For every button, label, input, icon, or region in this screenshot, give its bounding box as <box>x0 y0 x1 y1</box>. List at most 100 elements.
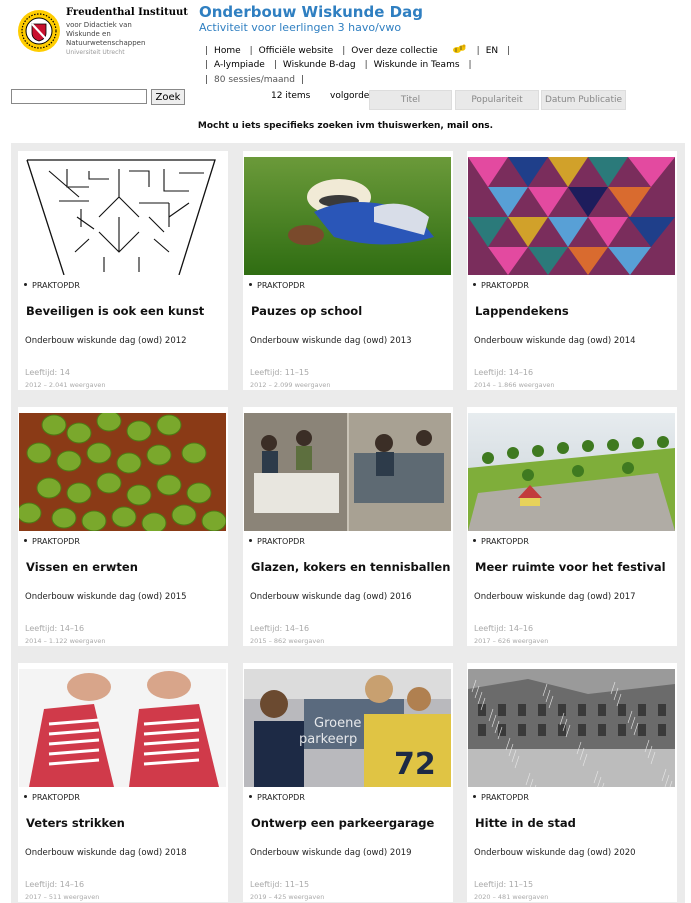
activity-card[interactable]: 72 Groene parkeerp PRAKTOPDR Ontwerp een… <box>243 663 453 902</box>
notice-end: . <box>489 121 494 131</box>
card-series: Onderbouw wiskunde dag (owd) 2012 <box>25 336 187 346</box>
mail-us-link[interactable]: mail ons <box>447 121 490 131</box>
card-type-label: PRAKTOPDR <box>481 793 529 802</box>
search-button[interactable]: Zoek <box>151 89 185 105</box>
bee-icon <box>452 44 466 53</box>
nav-wiskunde-in-teams[interactable]: Wiskunde in Teams <box>374 60 460 70</box>
nav-a-lympiade[interactable]: A-lympiade <box>214 60 265 70</box>
card-age: Leeftijd: 11–15 <box>250 880 310 889</box>
notice-text: Mocht u iets specifieks zoeken ivm thuis… <box>0 121 691 131</box>
card-image[interactable] <box>244 413 451 531</box>
institute-subtitle: voor Didactiek van Wiskunde en Natuurwet… <box>66 21 196 48</box>
card-series: Onderbouw wiskunde dag (owd) 2017 <box>474 592 636 602</box>
activity-card[interactable]: PRAKTOPDR Glazen, kokers en tennisballen… <box>243 407 453 646</box>
card-age: Leeftijd: 14–16 <box>250 624 310 633</box>
nav-home[interactable]: Home <box>214 46 241 56</box>
card-type-label: PRAKTOPDR <box>32 537 80 546</box>
nav-row: | Home | Officiële website | Over deze collec… <box>205 43 516 58</box>
items-count: 12 items <box>271 91 311 101</box>
card-series: Onderbouw wiskunde dag (owd) 2013 <box>250 336 412 346</box>
nav-row: | A-lympiade | Wiskunde B-dag | Wiskunde in T… <box>205 60 472 70</box>
card-type-tag: PRAKTOPDR <box>249 537 305 546</box>
sort-date-button[interactable]: Datum Publicatie <box>541 90 626 110</box>
card-meta: 2012 – 2.099 weergaven <box>250 381 331 389</box>
bullet-icon <box>249 283 252 286</box>
bullet-icon <box>249 539 252 542</box>
card-age: Leeftijd: 11–15 <box>474 880 534 889</box>
image-overlay-text: parkeerp <box>299 732 357 747</box>
activity-card[interactable]: PRAKTOPDR Beveiligen is ook een kunst On… <box>18 151 228 390</box>
card-title[interactable]: Vissen en erwten <box>26 560 138 574</box>
card-age: Leeftijd: 14–16 <box>25 880 85 889</box>
card-series: Onderbouw wiskunde dag (owd) 2016 <box>250 592 412 602</box>
card-image[interactable] <box>19 669 226 787</box>
card-age: Leeftijd: 14–16 <box>25 624 85 633</box>
card-image[interactable] <box>468 157 675 275</box>
activity-card[interactable]: PRAKTOPDR Vissen en erwten Onderbouw wis… <box>18 407 228 646</box>
bullet-icon <box>24 283 27 286</box>
bullet-icon <box>473 283 476 286</box>
nav-language-en[interactable]: EN <box>486 46 498 56</box>
bullet-icon <box>24 539 27 542</box>
top-nav: | Home | Officiële website | Over deze collec… <box>205 43 516 88</box>
card-series: Onderbouw wiskunde dag (owd) 2020 <box>474 848 636 858</box>
nav-wiskunde-b-dag[interactable]: Wiskunde B-dag <box>283 60 356 70</box>
card-series: Onderbouw wiskunde dag (owd) 2019 <box>250 848 412 858</box>
activity-card[interactable]: PRAKTOPDR Meer ruimte voor het festival … <box>467 407 677 646</box>
card-meta: 2014 – 1.122 weergaven <box>25 637 106 645</box>
card-type-label: PRAKTOPDR <box>257 281 305 290</box>
card-title[interactable]: Hitte in de stad <box>475 816 576 830</box>
sort-title-button[interactable]: Titel <box>369 90 452 110</box>
card-meta: 2017 – 626 weergaven <box>474 637 549 645</box>
site-subtitle: Activiteit voor leerlingen 3 havo/vwo <box>199 21 402 34</box>
bullet-icon <box>249 795 252 798</box>
card-type-tag: PRAKTOPDR <box>24 281 80 290</box>
search-input[interactable] <box>11 89 147 104</box>
card-image[interactable] <box>468 669 675 787</box>
card-title[interactable]: Glazen, kokers en tennisballen <box>251 560 450 574</box>
sort-order-label: volgorde <box>330 91 370 101</box>
nav-official-website[interactable]: Officiële website <box>259 46 334 56</box>
card-title[interactable]: Meer ruimte voor het festival <box>475 560 666 574</box>
card-title[interactable]: Pauzes op school <box>251 304 362 318</box>
card-image[interactable] <box>19 413 226 531</box>
card-series: Onderbouw wiskunde dag (owd) 2018 <box>25 848 187 858</box>
card-meta: 2020 – 481 weergaven <box>474 893 549 901</box>
card-type-label: PRAKTOPDR <box>257 537 305 546</box>
activity-card[interactable]: PRAKTOPDR Veters strikken Onderbouw wisk… <box>18 663 228 902</box>
activity-card[interactable]: PRAKTOPDR Hitte in de stad Onderbouw wis… <box>467 663 677 902</box>
card-image[interactable] <box>19 157 226 275</box>
activity-card[interactable]: PRAKTOPDR Pauzes op school Onderbouw wis… <box>243 151 453 390</box>
card-title[interactable]: Lappendekens <box>475 304 569 318</box>
card-type-tag: PRAKTOPDR <box>249 793 305 802</box>
card-type-label: PRAKTOPDR <box>32 281 80 290</box>
bullet-icon <box>473 795 476 798</box>
card-title[interactable]: Veters strikken <box>26 816 125 830</box>
activity-card[interactable]: PRAKTOPDR Lappendekens Onderbouw wiskund… <box>467 151 677 390</box>
card-image[interactable] <box>244 157 451 275</box>
card-type-label: PRAKTOPDR <box>481 281 529 290</box>
institute-subtitle-line: Natuurwetenschappen <box>66 39 146 47</box>
card-type-tag: PRAKTOPDR <box>24 793 80 802</box>
card-image[interactable]: 72 Groene parkeerp <box>244 669 451 787</box>
card-age: Leeftijd: 14–16 <box>474 624 534 633</box>
card-meta: 2015 – 862 weergaven <box>250 637 325 645</box>
site-title[interactable]: Onderbouw Wiskunde Dag <box>199 3 423 21</box>
nav-about-collection[interactable]: Over deze collectie <box>351 46 437 56</box>
card-image[interactable] <box>468 413 675 531</box>
svg-text:72: 72 <box>394 747 436 782</box>
card-meta: 2017 – 511 weergaven <box>25 893 100 901</box>
card-title[interactable]: Beveiligen is ook een kunst <box>26 304 204 318</box>
university-seal-logo[interactable] <box>17 9 61 53</box>
bullet-icon <box>473 539 476 542</box>
card-series: Onderbouw wiskunde dag (owd) 2015 <box>25 592 187 602</box>
card-type-tag: PRAKTOPDR <box>249 281 305 290</box>
sort-popularity-button[interactable]: Populariteit <box>455 90 539 110</box>
nav-row: | 80 sessies/maand | <box>205 75 304 85</box>
card-meta: 2019 – 425 weergaven <box>250 893 325 901</box>
card-type-label: PRAKTOPDR <box>481 537 529 546</box>
institute-subtitle-line: voor Didactiek van <box>66 21 132 29</box>
sessions-per-month: 80 sessies/maand <box>214 75 295 85</box>
card-meta: 2012 – 2.041 weergaven <box>25 381 106 389</box>
card-title[interactable]: Ontwerp een parkeergarage <box>251 816 434 830</box>
